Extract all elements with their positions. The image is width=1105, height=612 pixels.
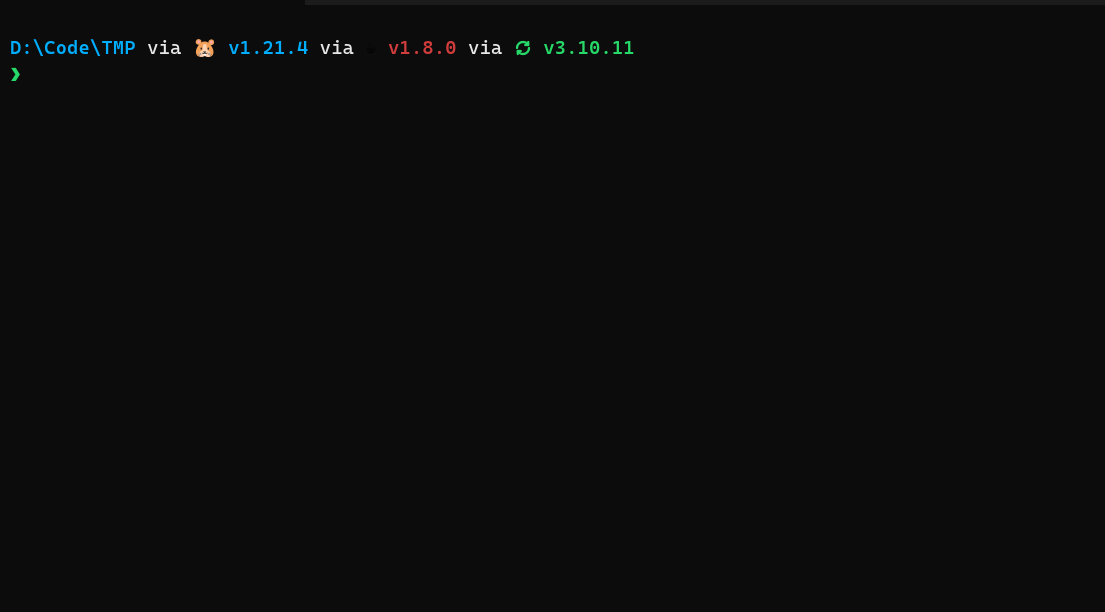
java-version: v1.8.0 xyxy=(388,35,457,62)
via-separator-1: via xyxy=(136,35,193,62)
prompt-line: D:\Code\TMP via 🐹 v1.21.4 via ☕ v1.8.0 v… xyxy=(10,35,1095,62)
spacer-2 xyxy=(377,35,388,62)
via-separator-3: via xyxy=(457,35,514,62)
inactive-tab-area[interactable] xyxy=(305,0,1105,5)
go-version: v1.21.4 xyxy=(228,35,308,62)
spacer-3 xyxy=(532,35,543,62)
current-path: D:\Code\TMP xyxy=(10,35,136,62)
via-separator-2: via xyxy=(308,35,365,62)
prompt-symbol: ❯ xyxy=(10,64,21,86)
python-refresh-icon xyxy=(514,39,532,57)
spacer-1 xyxy=(217,35,228,62)
terminal-body[interactable]: D:\Code\TMP via 🐹 v1.21.4 via ☕ v1.8.0 v… xyxy=(0,5,1105,96)
command-input[interactable] xyxy=(27,63,1095,85)
go-hamster-icon: 🐹 xyxy=(193,39,217,58)
cursor-line: ❯ xyxy=(10,62,1095,86)
java-coffee-icon: ☕ xyxy=(366,39,377,57)
active-tab[interactable] xyxy=(0,0,305,5)
tab-bar xyxy=(0,0,1105,5)
python-version: v3.10.11 xyxy=(543,35,634,62)
